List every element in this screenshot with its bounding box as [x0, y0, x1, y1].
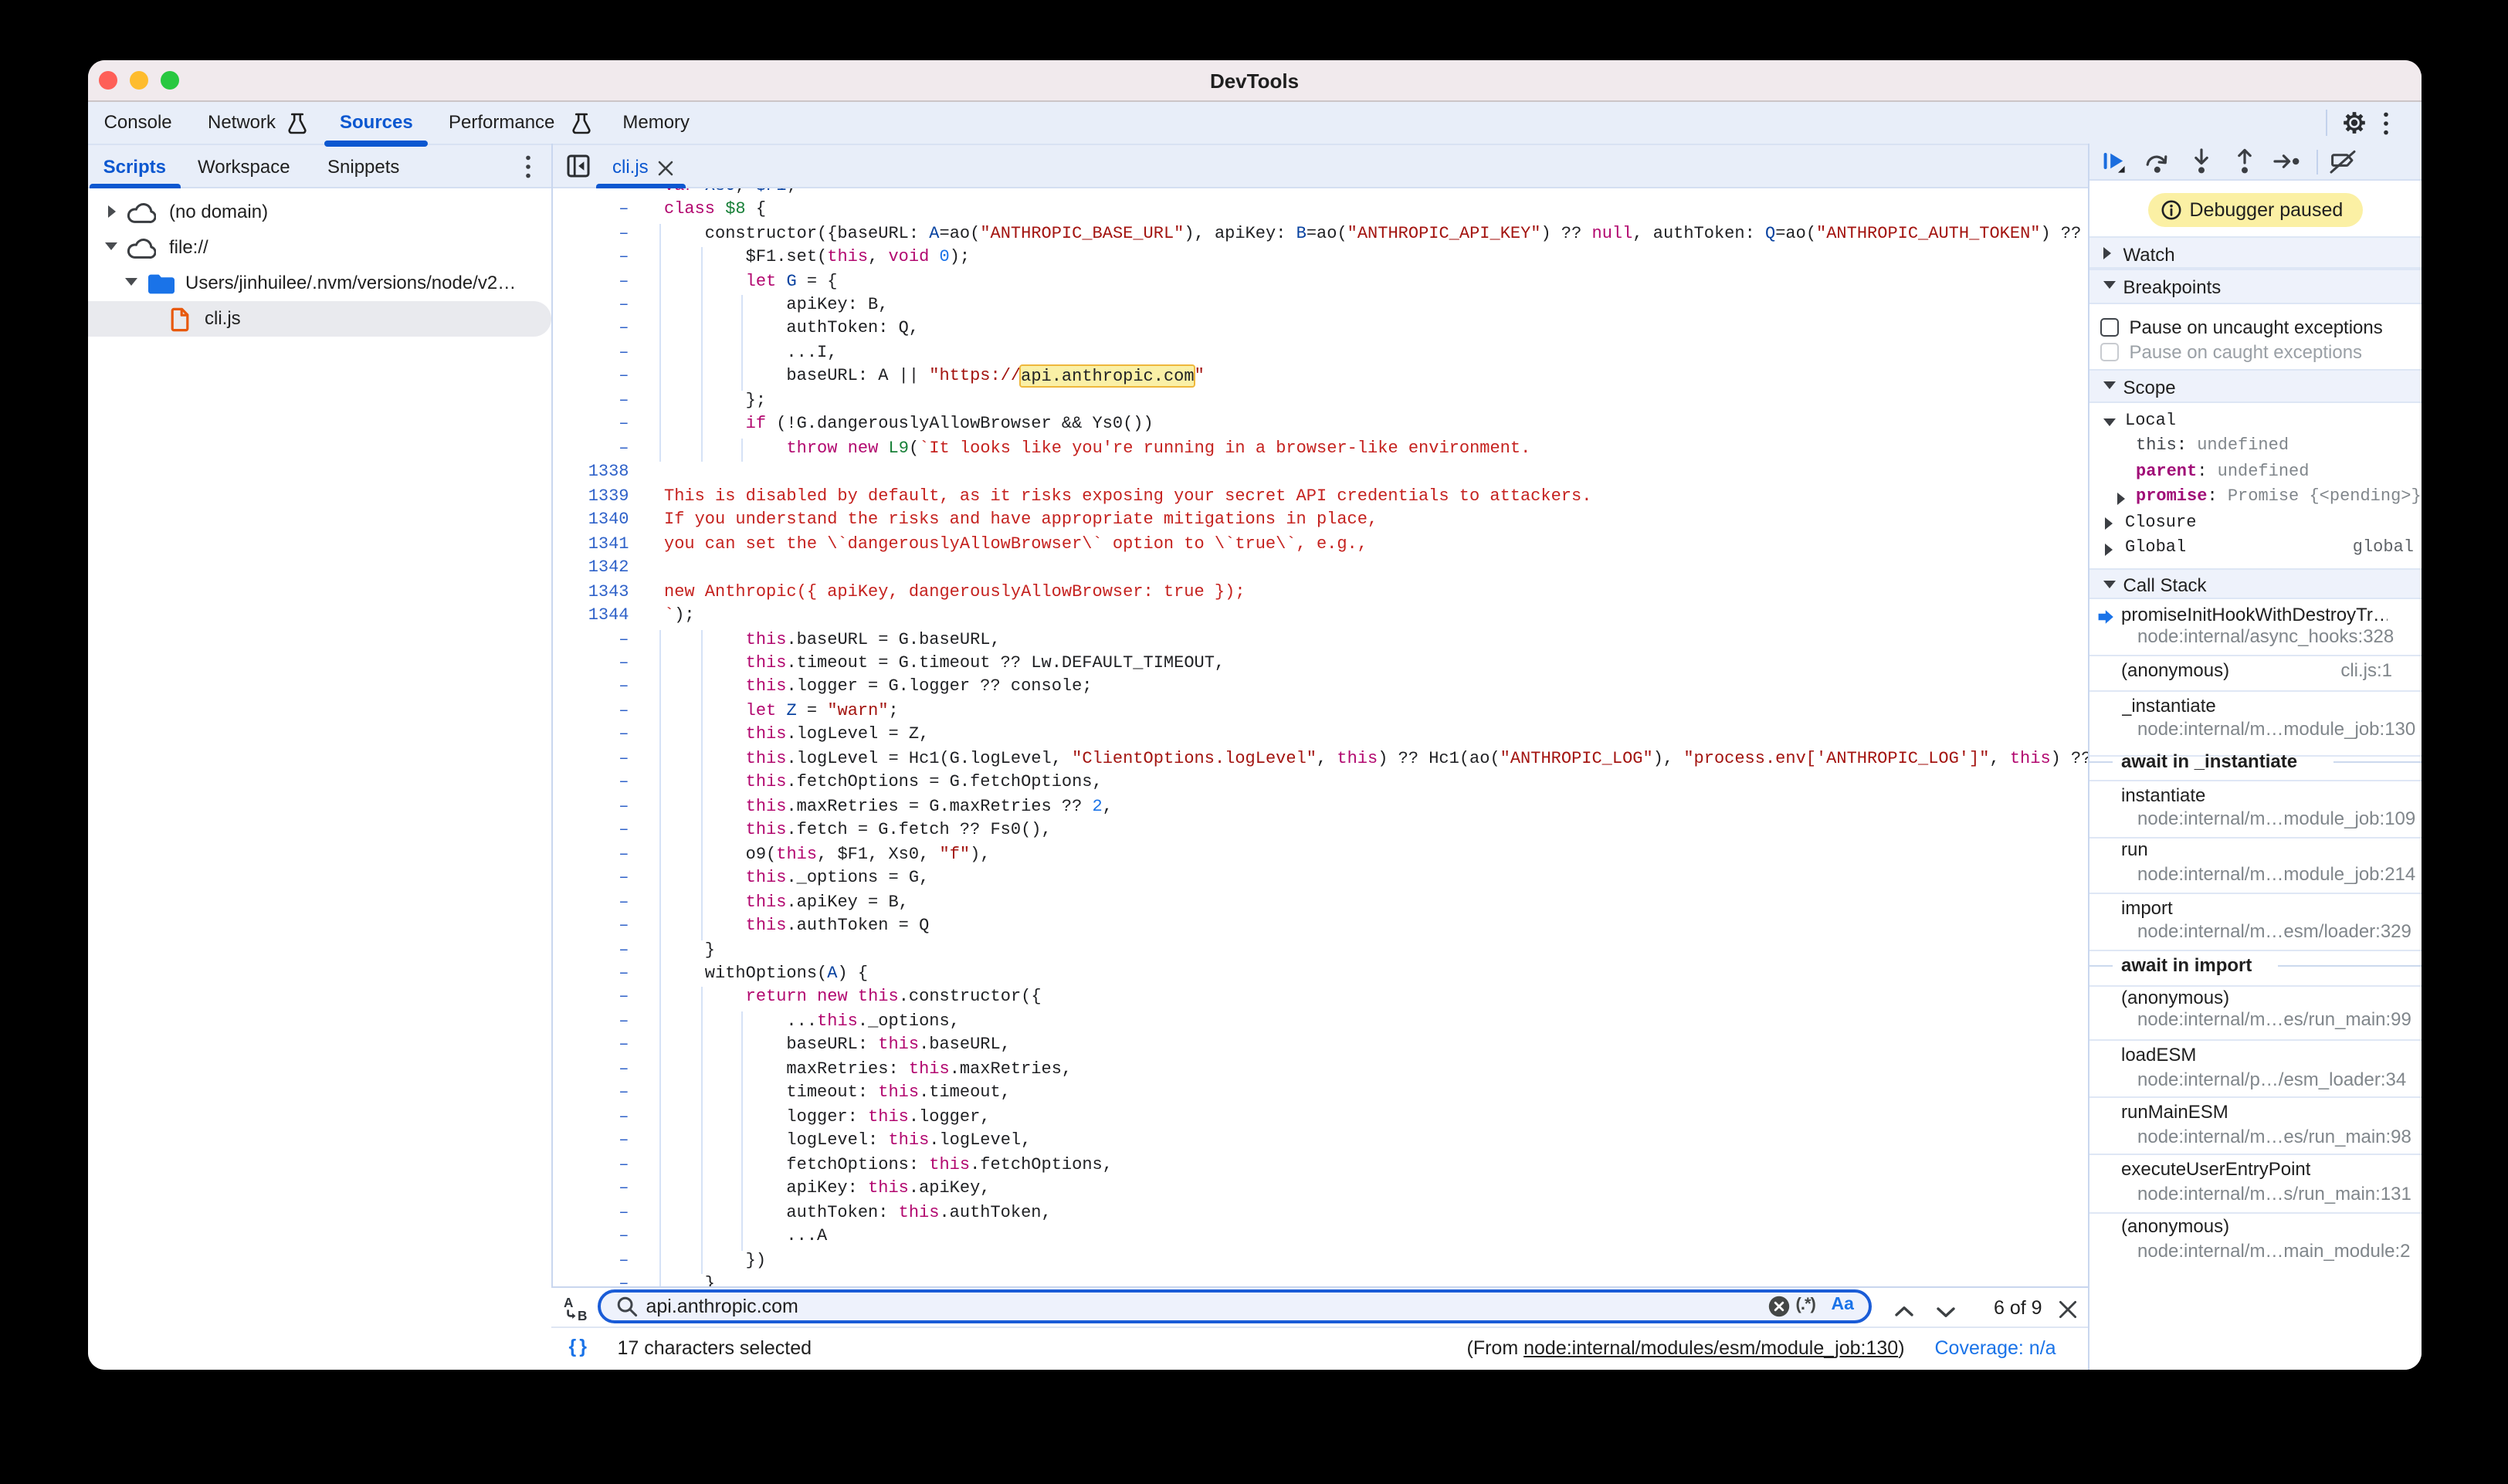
svg-text:A: A [564, 1295, 573, 1310]
svg-text:B: B [578, 1307, 587, 1321]
